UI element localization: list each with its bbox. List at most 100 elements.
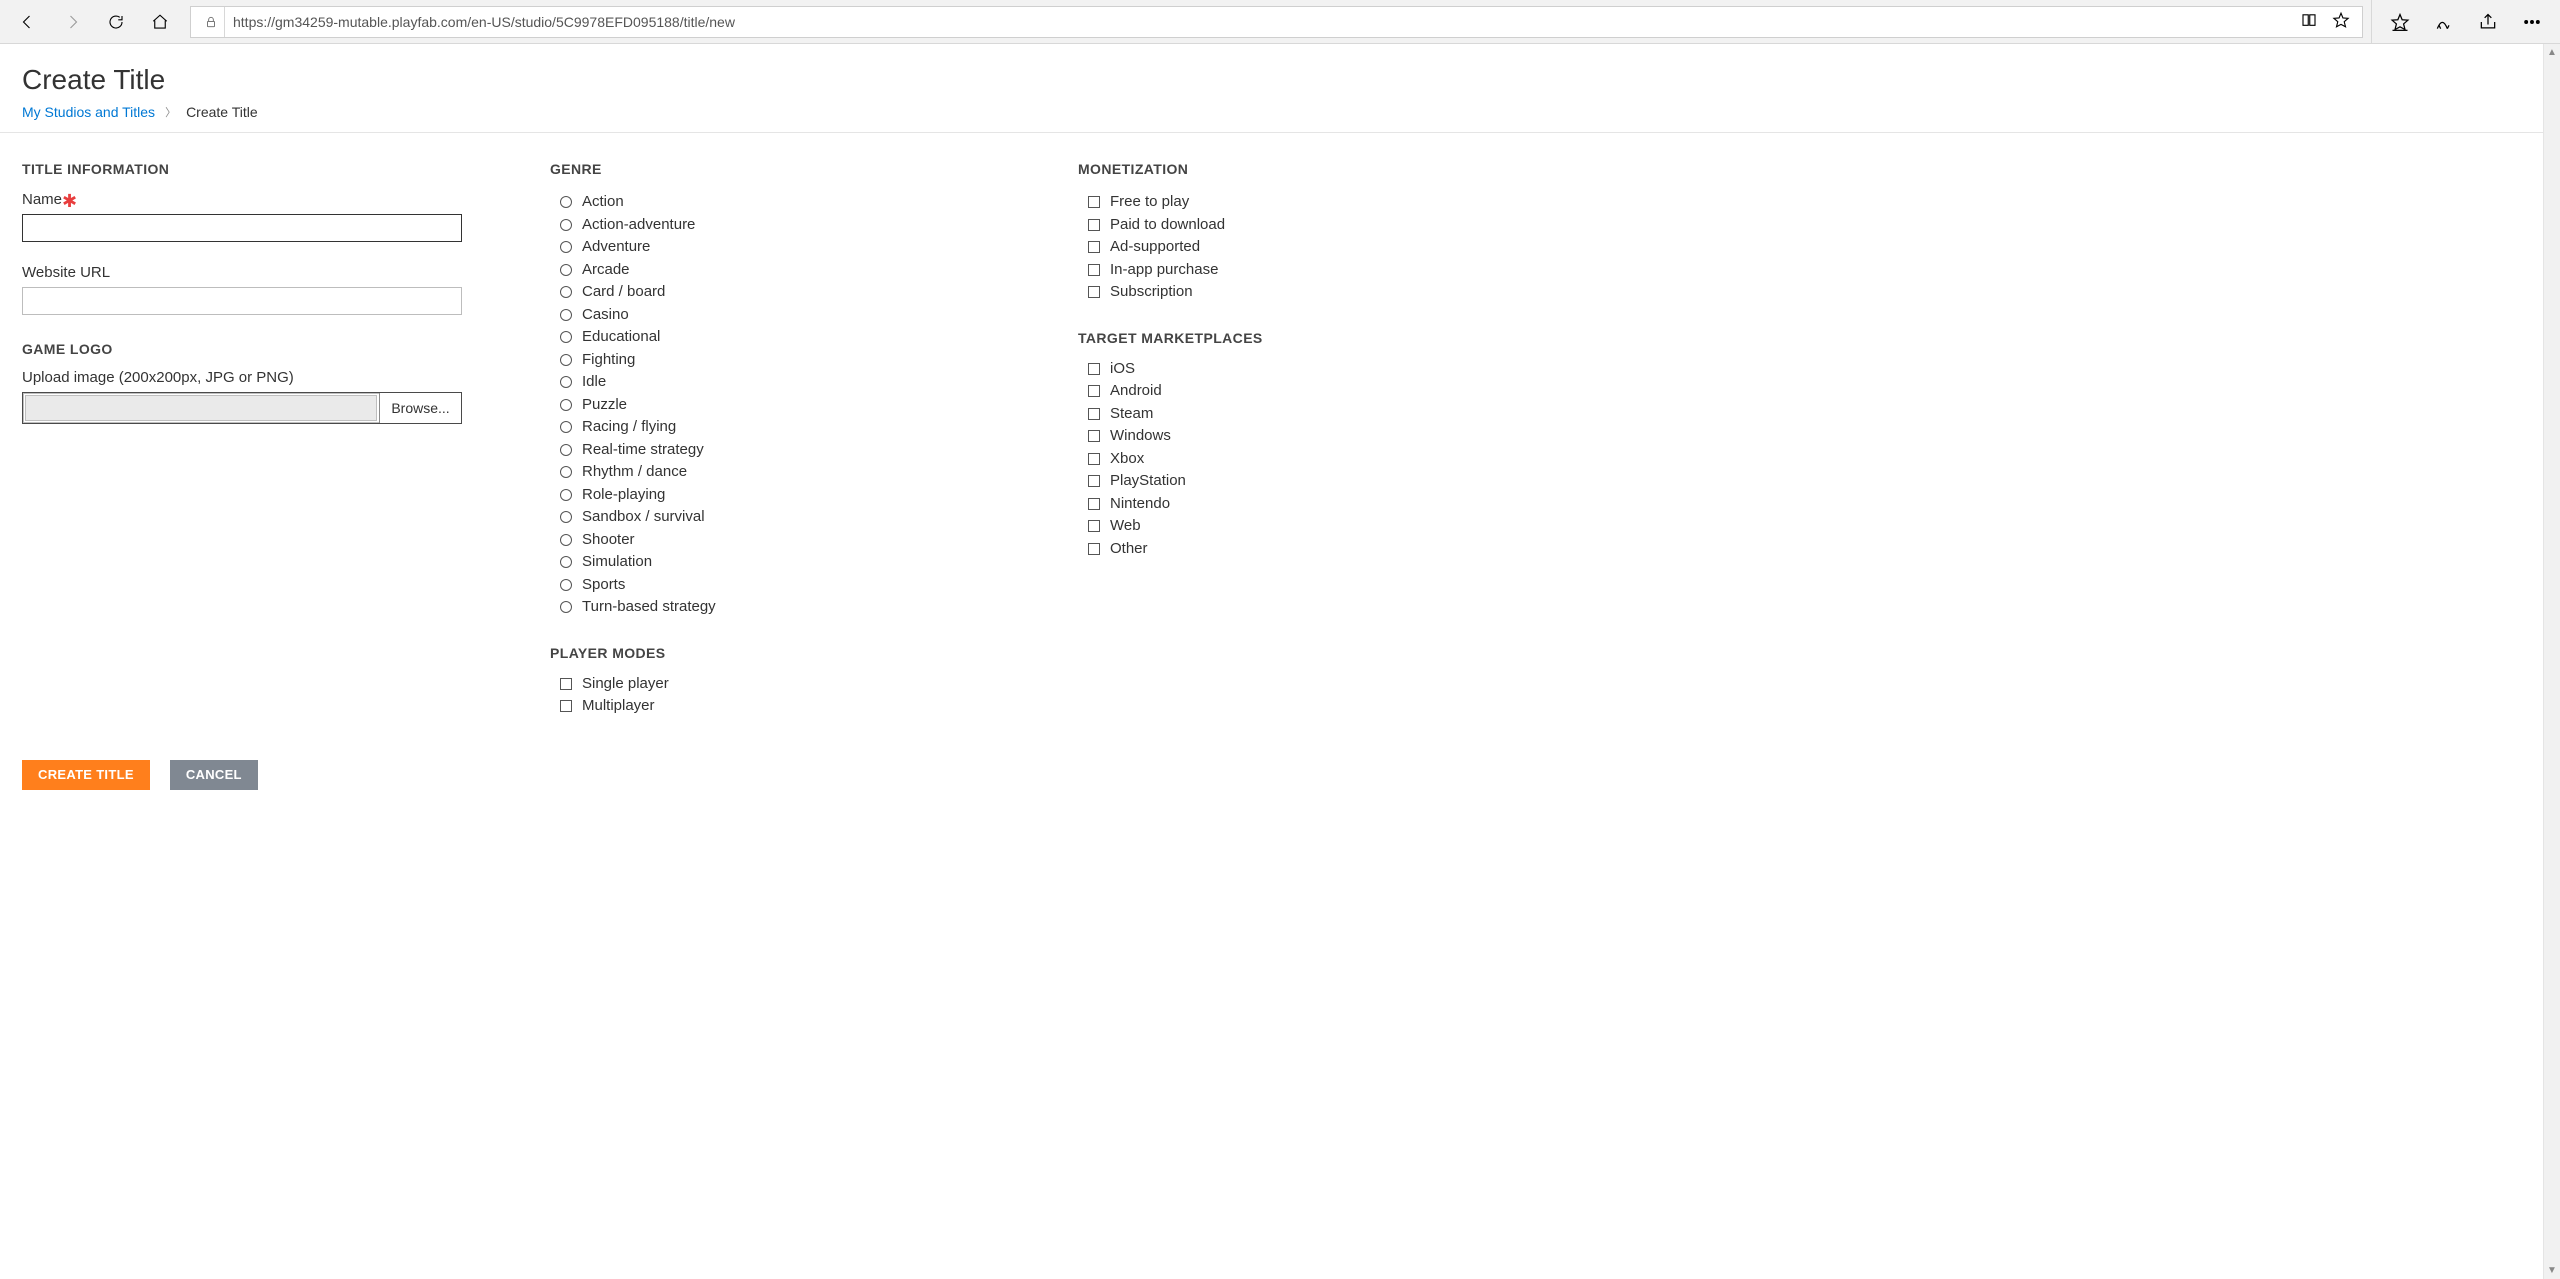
marketplace-option-other[interactable]: Other	[1088, 538, 1518, 561]
marketplace-option-label: Android	[1110, 380, 1162, 403]
back-button[interactable]	[6, 0, 50, 44]
create-title-form: TITLE INFORMATION Name✱ Website URL GAME…	[0, 133, 2543, 742]
upload-image-path	[25, 395, 377, 421]
genre-option-label: Real-time strategy	[582, 439, 704, 462]
radio-icon	[560, 219, 572, 231]
checkbox-icon	[560, 678, 572, 690]
breadcrumb-root-link[interactable]: My Studios and Titles	[22, 104, 155, 120]
cancel-button[interactable]: CANCEL	[170, 760, 258, 790]
genre-option-casino[interactable]: Casino	[560, 304, 1030, 327]
genre-option-real-time-strategy[interactable]: Real-time strategy	[560, 439, 1030, 462]
marketplace-option-label: iOS	[1110, 358, 1135, 381]
create-title-button[interactable]: CREATE TITLE	[22, 760, 150, 790]
marketplace-option-label: Other	[1110, 538, 1148, 561]
monetization-option-subscription[interactable]: Subscription	[1088, 281, 1518, 304]
monetization-option-label: Ad-supported	[1110, 236, 1200, 259]
radio-icon	[560, 196, 572, 208]
genre-option-action[interactable]: Action	[560, 191, 1030, 214]
genre-option-fighting[interactable]: Fighting	[560, 349, 1030, 372]
radio-icon	[560, 601, 572, 613]
genre-option-label: Sports	[582, 574, 625, 597]
genre-option-label: Action	[582, 191, 624, 214]
breadcrumb: My Studios and Titles 〉 Create Title	[22, 104, 2521, 120]
marketplace-option-android[interactable]: Android	[1088, 380, 1518, 403]
genre-option-label: Racing / flying	[582, 416, 676, 439]
name-input[interactable]	[22, 214, 462, 242]
radio-icon	[560, 534, 572, 546]
genre-option-educational[interactable]: Educational	[560, 326, 1030, 349]
marketplace-option-xbox[interactable]: Xbox	[1088, 448, 1518, 471]
radio-icon	[560, 556, 572, 568]
genre-option-turn-based-strategy[interactable]: Turn-based strategy	[560, 596, 1030, 619]
monetization-option-in-app-purchase[interactable]: In-app purchase	[1088, 259, 1518, 282]
monetization-option-ad-supported[interactable]: Ad-supported	[1088, 236, 1518, 259]
genre-option-label: Simulation	[582, 551, 652, 574]
genre-option-arcade[interactable]: Arcade	[560, 259, 1030, 282]
reading-view-icon[interactable]	[2300, 11, 2318, 32]
forward-button[interactable]	[50, 0, 94, 44]
marketplace-option-label: Windows	[1110, 425, 1171, 448]
website-url-input[interactable]	[22, 287, 462, 315]
radio-icon	[560, 376, 572, 388]
chrome-right-controls	[2371, 0, 2554, 43]
checkbox-icon	[560, 700, 572, 712]
more-icon[interactable]	[2510, 0, 2554, 44]
player-modes-heading: PLAYER MODES	[550, 645, 1030, 661]
breadcrumb-current: Create Title	[186, 104, 258, 120]
player-modes-checkbox-list: Single playerMultiplayer	[550, 673, 1030, 718]
genre-option-role-playing[interactable]: Role-playing	[560, 484, 1030, 507]
monetization-option-paid-to-download[interactable]: Paid to download	[1088, 214, 1518, 237]
refresh-button[interactable]	[94, 0, 138, 44]
genre-option-adventure[interactable]: Adventure	[560, 236, 1030, 259]
checkbox-icon	[1088, 219, 1100, 231]
form-footer: CREATE TITLE CANCEL	[0, 760, 2543, 820]
favorites-list-icon[interactable]	[2378, 0, 2422, 44]
home-button[interactable]	[138, 0, 182, 44]
genre-option-sandbox-survival[interactable]: Sandbox / survival	[560, 506, 1030, 529]
marketplace-option-steam[interactable]: Steam	[1088, 403, 1518, 426]
title-information-heading: TITLE INFORMATION	[22, 161, 502, 177]
checkbox-icon	[1088, 520, 1100, 532]
marketplace-option-web[interactable]: Web	[1088, 515, 1518, 538]
notes-icon[interactable]	[2422, 0, 2466, 44]
vertical-scrollbar[interactable]: ▲ ▼	[2543, 44, 2560, 1279]
genre-option-label: Action-adventure	[582, 214, 695, 237]
marketplace-option-label: Steam	[1110, 403, 1153, 426]
radio-icon	[560, 241, 572, 253]
browse-button[interactable]: Browse...	[379, 393, 461, 423]
genre-option-shooter[interactable]: Shooter	[560, 529, 1030, 552]
radio-icon	[560, 511, 572, 523]
genre-option-card-board[interactable]: Card / board	[560, 281, 1030, 304]
checkbox-icon	[1088, 196, 1100, 208]
genre-option-label: Puzzle	[582, 394, 627, 417]
radio-icon	[560, 331, 572, 343]
genre-option-racing-flying[interactable]: Racing / flying	[560, 416, 1030, 439]
game-logo-heading: GAME LOGO	[22, 341, 502, 357]
genre-option-label: Rhythm / dance	[582, 461, 687, 484]
player-mode-option-single-player[interactable]: Single player	[560, 673, 1030, 696]
monetization-option-label: Subscription	[1110, 281, 1193, 304]
genre-option-label: Card / board	[582, 281, 665, 304]
player-mode-option-label: Single player	[582, 673, 669, 696]
monetization-option-free-to-play[interactable]: Free to play	[1088, 191, 1518, 214]
genre-option-rhythm-dance[interactable]: Rhythm / dance	[560, 461, 1030, 484]
player-mode-option-multiplayer[interactable]: Multiplayer	[560, 695, 1030, 718]
marketplace-option-ios[interactable]: iOS	[1088, 358, 1518, 381]
genre-option-action-adventure[interactable]: Action-adventure	[560, 214, 1030, 237]
marketplace-option-playstation[interactable]: PlayStation	[1088, 470, 1518, 493]
upload-image-label: Upload image (200x200px, JPG or PNG)	[22, 369, 502, 386]
url-bar[interactable]: https://gm34259-mutable.playfab.com/en-U…	[190, 6, 2363, 38]
radio-icon	[560, 399, 572, 411]
marketplace-option-nintendo[interactable]: Nintendo	[1088, 493, 1518, 516]
share-icon[interactable]	[2466, 0, 2510, 44]
genre-option-puzzle[interactable]: Puzzle	[560, 394, 1030, 417]
genre-option-idle[interactable]: Idle	[560, 371, 1030, 394]
genre-option-simulation[interactable]: Simulation	[560, 551, 1030, 574]
upload-image-field[interactable]: Browse...	[22, 392, 462, 424]
favorite-icon[interactable]	[2332, 11, 2350, 32]
radio-icon	[560, 579, 572, 591]
marketplace-option-label: Web	[1110, 515, 1141, 538]
marketplace-option-windows[interactable]: Windows	[1088, 425, 1518, 448]
genre-option-sports[interactable]: Sports	[560, 574, 1030, 597]
checkbox-icon	[1088, 453, 1100, 465]
